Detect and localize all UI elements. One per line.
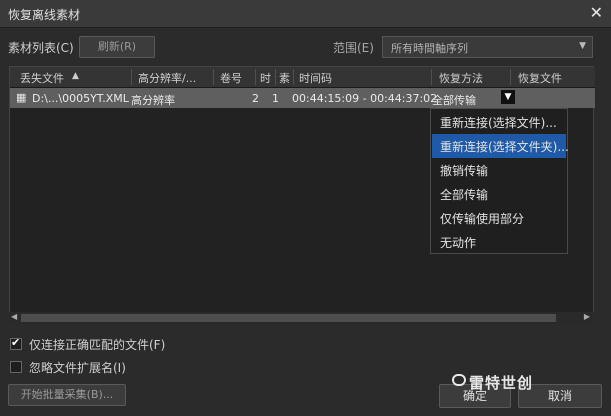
ignore-extension-checkbox[interactable] — [10, 361, 22, 373]
scroll-left-icon[interactable]: ◀ — [11, 312, 17, 321]
range-label: 范围(E) — [333, 41, 374, 55]
watermark-text: 雷特世创 — [469, 374, 534, 392]
window-title: 恢复离线素材 — [8, 8, 81, 22]
column-header-hires[interactable]: 高分辨率/... — [138, 70, 196, 86]
cell-file-path: D:\...\0005YT.XML — [32, 92, 129, 105]
cell-hires: 高分辨率 — [131, 94, 175, 107]
recovery-method-dropdown-icon[interactable]: ▼ — [501, 90, 515, 104]
column-divider[interactable] — [213, 69, 214, 85]
range-select[interactable]: 所有時間軸序列 ▼ — [382, 36, 593, 58]
table-row[interactable]: ▦ D:\...\0005YT.XML 高分辨率 2 1 00:44:15:09… — [10, 88, 595, 108]
only-correct-match-checkbox[interactable] — [10, 336, 22, 350]
xml-file-icon: ▦ — [16, 91, 27, 104]
ignore-extension-label[interactable]: 忽略文件扩展名(I) — [29, 359, 126, 376]
wechat-icon — [452, 374, 466, 386]
refresh-button[interactable]: 刷新(R) — [79, 36, 155, 58]
menu-item-no-action[interactable]: 无动作 — [432, 230, 566, 254]
column-header-reel[interactable]: 卷号 — [220, 70, 242, 86]
column-header-source[interactable]: 素 — [279, 70, 290, 86]
cell-reel: 2 — [252, 92, 259, 105]
column-header-timecode[interactable]: 时间码 — [299, 70, 332, 86]
column-divider[interactable] — [255, 69, 256, 85]
range-select-value: 所有時間軸序列 — [391, 42, 468, 55]
menu-item-transfer-used[interactable]: 仅传输使用部分 — [432, 206, 566, 230]
chevron-down-icon: ▼ — [579, 41, 586, 51]
menu-item-undo-transfer[interactable]: 撤销传输 — [432, 158, 566, 182]
cell-time: 1 — [272, 92, 279, 105]
column-header-recovery-file[interactable]: 恢复文件 — [518, 70, 562, 86]
menu-item-relink-file[interactable]: 重新连接(选择文件)... — [432, 110, 566, 134]
cell-timecode: 00:44:15:09 - 00:44:37:02 — [292, 92, 438, 105]
menu-item-transfer-all[interactable]: 全部传输 — [432, 182, 566, 206]
scrollbar-thumb[interactable] — [21, 314, 556, 322]
column-divider[interactable] — [293, 69, 294, 85]
only-correct-match-label[interactable]: 仅连接正确匹配的文件(F) — [29, 336, 165, 353]
close-icon[interactable]: ✕ — [590, 3, 603, 22]
horizontal-scrollbar[interactable]: ◀ ▶ — [9, 312, 594, 324]
material-list-label: 素材列表(C) — [8, 41, 74, 55]
table-header: 丢失文件 ▲ 高分辨率/... 卷号 时 素 时间码 恢复方法 恢复文件 — [10, 67, 595, 88]
column-divider[interactable] — [275, 69, 276, 85]
title-bar: 恢复离线素材 ✕ — [0, 0, 611, 28]
recovery-method-menu: 重新连接(选择文件)... 重新连接(选择文件夹)... 撤销传输 全部传输 仅… — [430, 108, 569, 254]
column-divider[interactable] — [510, 69, 511, 85]
column-divider[interactable] — [131, 69, 132, 85]
column-divider[interactable] — [431, 69, 432, 85]
sort-ascending-icon: ▲ — [72, 71, 79, 81]
cell-recovery-method[interactable]: 全部传输 — [432, 92, 476, 108]
scroll-right-icon[interactable]: ▶ — [584, 312, 590, 321]
column-header-time[interactable]: 时 — [260, 70, 271, 86]
start-batch-capture-button[interactable]: 开始批量采集(B)... — [8, 384, 126, 406]
menu-item-relink-folder[interactable]: 重新连接(选择文件夹)... — [432, 134, 569, 158]
column-header-recovery-method[interactable]: 恢复方法 — [439, 70, 483, 86]
column-header-missing-file[interactable]: 丢失文件 — [20, 70, 64, 86]
